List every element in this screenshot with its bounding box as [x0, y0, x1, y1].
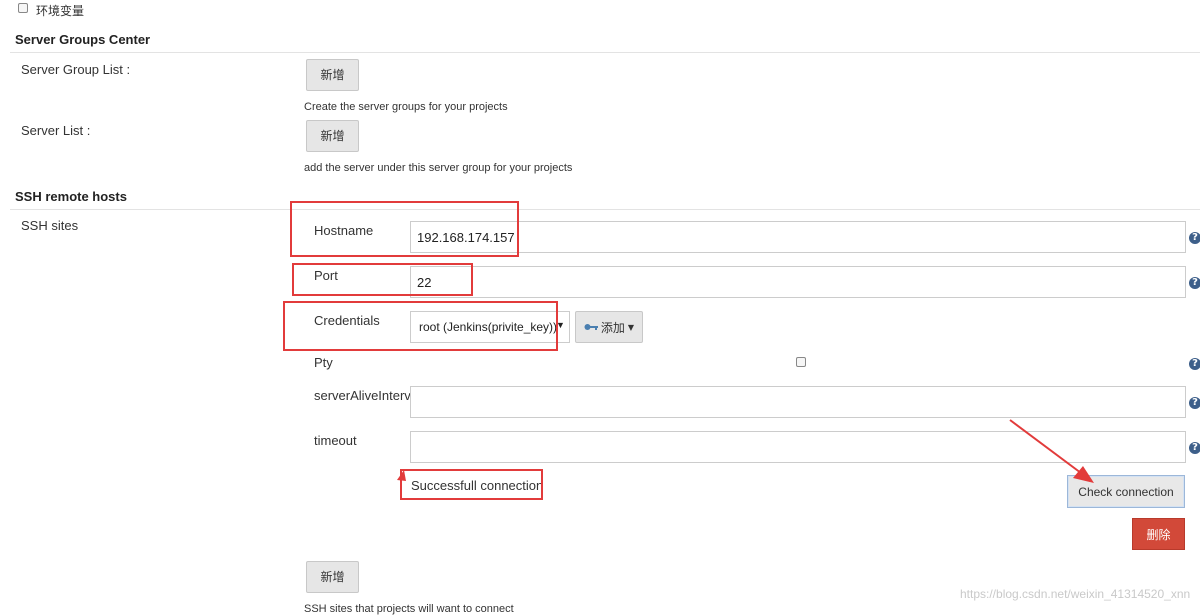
annotation-arrow-icon	[397, 419, 1094, 483]
watermark-text: https://blog.csdn.net/weixin_41314520_xn…	[960, 587, 1191, 601]
